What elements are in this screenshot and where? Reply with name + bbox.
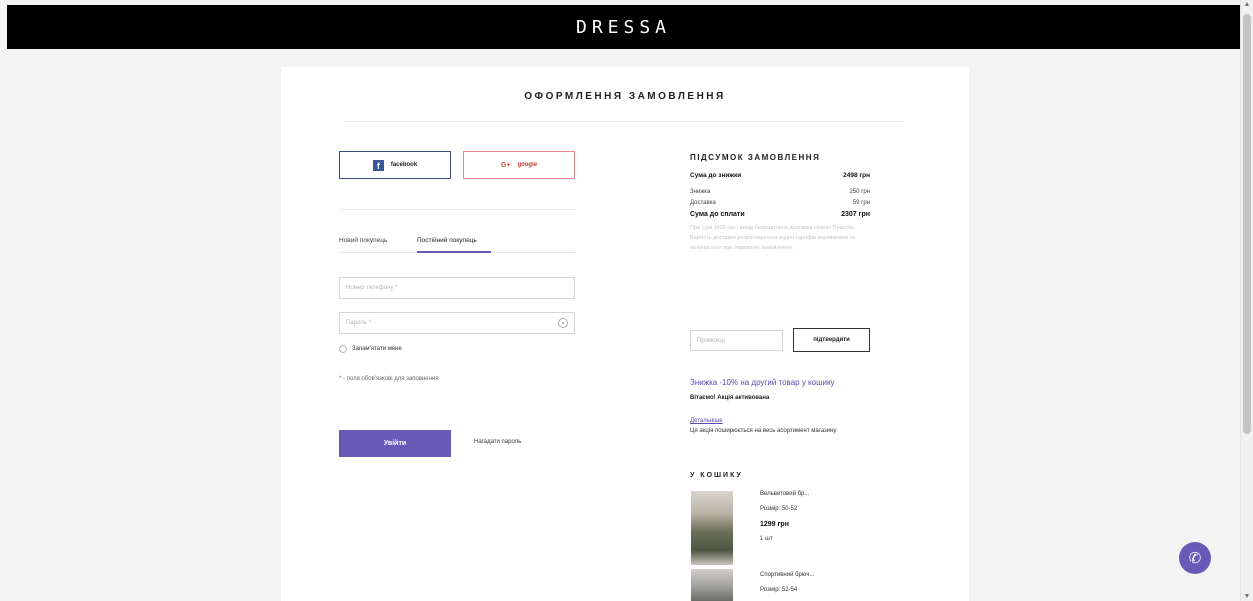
- total-label: Сума до сплати: [690, 211, 745, 218]
- subtotal-row: Сума до знижки 2498 грн: [690, 172, 870, 179]
- cart-item-name[interactable]: Спортивний брюч...: [760, 572, 814, 578]
- cart-item-size: Розмір: 52-54: [760, 587, 798, 593]
- scrollbar-thumb[interactable]: [1243, 14, 1251, 434]
- delivery-note: При сумі 1500 грн і вище безкоштовна дос…: [690, 225, 856, 251]
- google-login-button[interactable]: G+ google: [463, 151, 575, 179]
- logo[interactable]: DRESSA: [576, 17, 671, 38]
- subtotal-value: 2498 грн: [843, 172, 870, 179]
- phone-input[interactable]: Номер телефону *: [339, 277, 575, 299]
- promotion-subtitle: Вітаємо! Акція активована: [690, 395, 770, 401]
- cart-item-price: 1299 грн: [760, 521, 789, 528]
- forgot-password-link[interactable]: Нагадати пароль: [474, 439, 521, 445]
- password-input[interactable]: Пароль *: [339, 312, 575, 334]
- promo-placeholder: Промокод: [697, 337, 725, 344]
- cart-item-qty: 1 шт: [760, 536, 773, 542]
- discount-label: Знижка: [690, 189, 711, 195]
- promotion-title: Знижка -10% на другий товар у кошику: [690, 378, 835, 387]
- required-note: * - поля обов'язкові для заповнення: [339, 376, 439, 382]
- remember-label: Запам'ятати мене: [352, 346, 402, 352]
- delivery-value: 59 грн: [852, 200, 870, 206]
- order-summary: ПІДСУМОК ЗАМОВЛЕННЯ Сума до знижки 2498 …: [690, 153, 870, 253]
- google-plus-icon: G+: [500, 161, 511, 169]
- discount-row: Знижка 250 грн: [690, 189, 870, 195]
- total-row: Сума до сплати 2307 грн: [690, 211, 870, 218]
- promo-code-input[interactable]: Промокод: [690, 330, 783, 351]
- site-header: DRESSA: [7, 5, 1240, 49]
- title-divider: [343, 121, 903, 122]
- section-divider: [339, 209, 575, 210]
- remember-checkbox[interactable]: [339, 345, 347, 353]
- tab-new-customer[interactable]: Новий покупець: [339, 237, 387, 244]
- facebook-label: facebook: [390, 162, 418, 168]
- cart-item-image[interactable]: [691, 569, 733, 601]
- phone-placeholder: Номер телефону *: [346, 285, 398, 291]
- cart-title: У КОШИКУ: [690, 472, 743, 479]
- customer-tabs: Новий покупець Постійний покупець: [339, 237, 575, 253]
- show-password-icon[interactable]: [558, 318, 568, 328]
- scroll-down-icon[interactable]: ▼: [1243, 593, 1251, 600]
- cart-item: Вельветовий бр... Розмір: 50-52 1299 грн…: [760, 491, 809, 551]
- discount-value: 250 грн: [849, 189, 870, 195]
- cart-item-name[interactable]: Вельветовий бр...: [760, 491, 809, 497]
- cart-item-image[interactable]: [691, 491, 733, 565]
- scrollbar[interactable]: ▲ ▼: [1240, 0, 1253, 601]
- cart-item-size: Розмір: 50-52: [760, 506, 798, 512]
- total-value: 2307 грн: [841, 211, 870, 218]
- delivery-label: Доставка: [690, 200, 716, 206]
- checkout-card: ОФОРМЛЕННЯ ЗАМОВЛЕННЯ f facebook G+ goog…: [281, 67, 969, 601]
- remember-me[interactable]: Запам'ятати мене: [339, 345, 402, 353]
- phone-icon: ✆: [1188, 550, 1202, 567]
- facebook-login-button[interactable]: f facebook: [339, 151, 451, 179]
- scroll-up-icon[interactable]: ▲: [1243, 1, 1251, 8]
- phone-call-button[interactable]: ✆: [1179, 542, 1211, 574]
- active-tab-indicator: [417, 251, 491, 253]
- cart-item: Спортивний брюч... Розмір: 52-54: [760, 572, 814, 601]
- login-button[interactable]: Увійти: [339, 430, 451, 457]
- page-title: ОФОРМЛЕННЯ ЗАМОВЛЕННЯ: [524, 91, 726, 102]
- password-placeholder: Пароль *: [346, 320, 371, 326]
- promotion-details-text: Ця акція поширюється на весь асортимент …: [690, 428, 837, 434]
- promo-confirm-button[interactable]: підтвердити: [793, 328, 870, 352]
- subtotal-label: Сума до знижки: [690, 172, 742, 179]
- facebook-icon: f: [372, 159, 384, 171]
- tab-regular-customer[interactable]: Постійний покупець: [417, 237, 477, 244]
- promotion-details-link[interactable]: Детальніше: [690, 418, 723, 424]
- delivery-row: Доставка 59 грн: [690, 200, 870, 206]
- google-label: google: [517, 162, 538, 168]
- summary-title: ПІДСУМОК ЗАМОВЛЕННЯ: [690, 153, 821, 162]
